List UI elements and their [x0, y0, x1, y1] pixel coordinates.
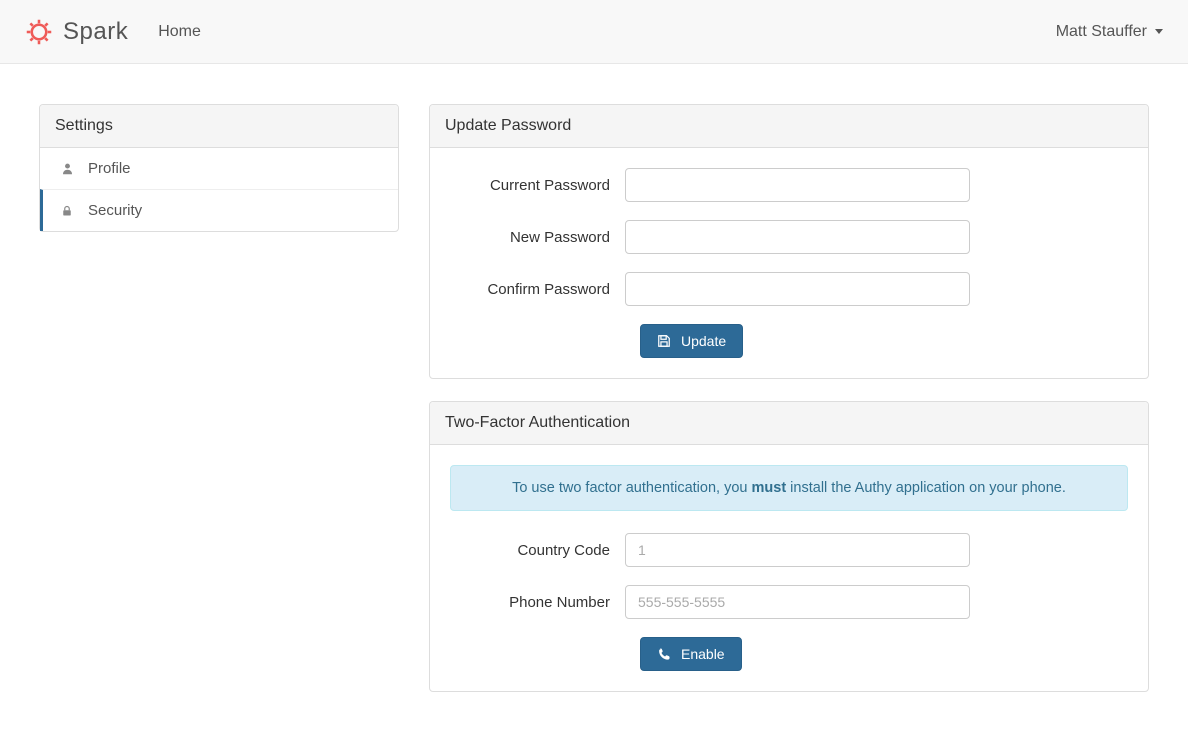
confirm-password-input[interactable] — [625, 272, 970, 306]
two-factor-info-alert: To use two factor authentication, you mu… — [450, 465, 1128, 511]
phone-number-label: Phone Number — [450, 594, 625, 611]
two-factor-panel: Two-Factor Authentication To use two fac… — [429, 401, 1149, 692]
info-text-prefix: To use two factor authentication, you — [512, 480, 751, 496]
update-password-button[interactable]: Update — [640, 324, 743, 358]
phone-number-input[interactable] — [625, 585, 970, 619]
user-icon — [60, 162, 74, 175]
info-text-strong: must — [752, 480, 787, 496]
settings-nav-list: Profile Security — [40, 148, 398, 231]
settings-panel: Settings Profile — [39, 104, 399, 232]
sidebar-item-profile[interactable]: Profile — [40, 148, 398, 189]
caret-down-icon — [1155, 29, 1163, 34]
update-password-title: Update Password — [430, 105, 1148, 148]
enable-two-factor-button[interactable]: Enable — [640, 637, 742, 671]
update-password-panel: Update Password Current Password New Pas… — [429, 104, 1149, 379]
new-password-input[interactable] — [625, 220, 970, 254]
user-name: Matt Stauffer — [1056, 23, 1147, 41]
nav-home-link[interactable]: Home — [158, 13, 201, 51]
current-password-label: Current Password — [450, 177, 625, 194]
navbar: Spark Home Matt Stauffer — [0, 0, 1188, 64]
update-button-label: Update — [681, 333, 726, 349]
content-area: Update Password Current Password New Pas… — [429, 104, 1149, 714]
sidebar-item-label: Profile — [88, 160, 131, 177]
current-password-input[interactable] — [625, 168, 970, 202]
sidebar: Settings Profile — [39, 104, 399, 254]
save-icon — [657, 334, 671, 348]
new-password-label: New Password — [450, 229, 625, 246]
sidebar-item-security[interactable]: Security — [40, 189, 398, 231]
brand-name: Spark — [63, 18, 128, 46]
enable-button-label: Enable — [681, 646, 725, 662]
country-code-label: Country Code — [450, 542, 625, 559]
spark-logo-icon — [25, 18, 53, 46]
lock-icon — [60, 205, 74, 217]
confirm-password-label: Confirm Password — [450, 281, 625, 298]
phone-icon — [657, 647, 671, 661]
sidebar-item-label: Security — [88, 202, 142, 219]
country-code-input[interactable] — [625, 533, 970, 567]
user-menu-toggle[interactable]: Matt Stauffer — [1056, 23, 1163, 41]
two-factor-title: Two-Factor Authentication — [430, 402, 1148, 445]
info-text-suffix: install the Authy application on your ph… — [786, 480, 1066, 496]
brand-link[interactable]: Spark — [25, 18, 128, 46]
settings-panel-title: Settings — [40, 105, 398, 148]
